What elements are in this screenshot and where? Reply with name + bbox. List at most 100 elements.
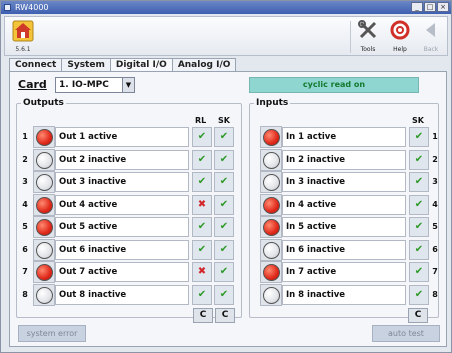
app-window: RW4000 _ □ × 5.6.1 Tools Help Back Conne… [0, 0, 452, 353]
row-number: 4 [432, 199, 438, 209]
output-label: Out 5 active [55, 217, 189, 237]
input-row: In 1 active ✔ 1 [250, 126, 438, 148]
row-number: 2 [22, 154, 28, 164]
back-button[interactable]: Back [419, 20, 443, 54]
sk-clear-button[interactable]: C [215, 308, 235, 323]
back-label: Back [423, 46, 439, 53]
chevron-down-icon[interactable]: ▼ [122, 78, 134, 92]
input-row: In 6 inactive ✔ 6 [250, 238, 438, 261]
output-row: 2 Out 2 inactive ✔ ✔ [17, 148, 241, 171]
window-controls: _ □ × [411, 2, 449, 12]
input-sk-check-icon: ✔ [409, 284, 429, 305]
input-led-indicator [263, 129, 280, 146]
rl-check-icon: ✔ [192, 149, 212, 170]
output-led-indicator[interactable] [36, 219, 53, 236]
output-led-cell[interactable] [33, 261, 55, 283]
output-led-cell[interactable] [33, 216, 55, 238]
output-led-cell[interactable] [33, 283, 55, 306]
input-row: In 4 active ✔ 4 [250, 193, 438, 216]
input-led-cell [260, 148, 282, 171]
input-row: In 8 inactive ✔ 8 [250, 283, 438, 306]
tab-system[interactable]: System [61, 58, 111, 72]
card-label: Card [18, 78, 47, 91]
output-led-indicator[interactable] [36, 286, 53, 304]
tab-analog-io[interactable]: Analog I/O [171, 58, 237, 72]
system-error-button[interactable]: system error [18, 325, 86, 342]
sk-check-icon: ✔ [214, 194, 234, 215]
input-led-indicator [263, 196, 280, 214]
input-sk-check-icon: ✔ [409, 194, 429, 215]
output-row: 8 Out 8 inactive ✔ ✔ [17, 283, 241, 306]
back-arrow-icon [426, 23, 435, 37]
auto-test-button[interactable]: auto test [372, 325, 440, 342]
input-label: In 5 active [282, 217, 406, 237]
tools-button[interactable]: Tools [356, 20, 380, 54]
rl-check-icon: ✔ [192, 284, 212, 305]
row-number: 7 [22, 267, 28, 276]
output-row: 7 Out 7 active ✖ ✔ [17, 261, 241, 283]
row-number: 1 [432, 132, 438, 141]
output-led-indicator[interactable] [36, 151, 53, 169]
output-led-indicator[interactable] [36, 241, 53, 259]
input-sk-check-icon: ✔ [409, 149, 429, 170]
inputs-title: Inputs [256, 98, 289, 108]
sk-check-icon: ✔ [214, 217, 234, 237]
input-label: In 1 active [282, 127, 406, 147]
input-label: In 7 active [282, 262, 406, 282]
output-led-cell[interactable] [33, 238, 55, 261]
input-label: In 4 active [282, 194, 406, 215]
row-number: 3 [432, 177, 438, 186]
output-led-cell[interactable] [33, 126, 55, 148]
input-sk-clear-button[interactable]: C [408, 308, 428, 323]
input-led-indicator [263, 151, 280, 169]
input-sk-check-icon: ✔ [409, 217, 429, 237]
home-button[interactable]: 5.6.1 [9, 20, 37, 53]
row-number: 8 [22, 289, 28, 299]
sk-check-icon: ✔ [214, 262, 234, 282]
outputs-title: Outputs [23, 98, 64, 108]
output-label: Out 6 inactive [55, 239, 189, 260]
output-label: Out 8 inactive [55, 284, 189, 305]
input-led-indicator [263, 241, 280, 259]
output-label: Out 4 active [55, 194, 189, 215]
rl-check-icon: ✔ [192, 239, 212, 260]
card-select[interactable]: 1. IO-MPC ▼ [55, 77, 135, 93]
sk-check-icon: ✔ [214, 239, 234, 260]
rl-column-header: RL [195, 116, 207, 125]
input-label: In 3 inactive [282, 172, 406, 192]
input-led-indicator [263, 174, 280, 191]
sk-column-header: SK [218, 116, 230, 125]
output-led-indicator[interactable] [36, 264, 53, 281]
sk-check-icon: ✔ [214, 284, 234, 305]
window-title: RW4000 [15, 3, 49, 12]
tab-connect[interactable]: Connect [9, 58, 63, 72]
input-led-cell [260, 216, 282, 238]
rl-clear-button[interactable]: C [193, 308, 213, 323]
toolbar-separator [350, 21, 351, 53]
close-button[interactable]: × [437, 2, 449, 12]
input-sk-check-icon: ✔ [409, 127, 429, 147]
output-row: 5 Out 5 active ✔ ✔ [17, 216, 241, 238]
rl-check-icon: ✔ [192, 127, 212, 147]
output-led-cell[interactable] [33, 148, 55, 171]
row-number: 5 [432, 222, 438, 231]
output-label: Out 2 inactive [55, 149, 189, 170]
tools-label: Tools [360, 46, 376, 53]
rl-error-icon: ✖ [192, 194, 212, 215]
output-led-indicator[interactable] [36, 129, 53, 146]
outputs-group: Outputs RL SK 1 Out 1 active ✔ ✔ 2 Out 2 inac… [16, 98, 242, 323]
row-number: 6 [22, 244, 28, 254]
help-icon [390, 20, 410, 40]
input-sk-column-header: SK [412, 116, 424, 125]
output-led-cell[interactable] [33, 171, 55, 193]
output-label: Out 1 active [55, 127, 189, 147]
input-sk-check-icon: ✔ [409, 262, 429, 282]
help-button[interactable]: Help [388, 20, 412, 54]
output-led-cell[interactable] [33, 193, 55, 216]
row-number: 8 [432, 289, 438, 299]
output-led-indicator[interactable] [36, 196, 53, 214]
row-number: 6 [432, 244, 438, 254]
minimize-button[interactable]: _ [411, 2, 423, 12]
maximize-button[interactable]: □ [424, 2, 436, 12]
output-led-indicator[interactable] [36, 174, 53, 191]
